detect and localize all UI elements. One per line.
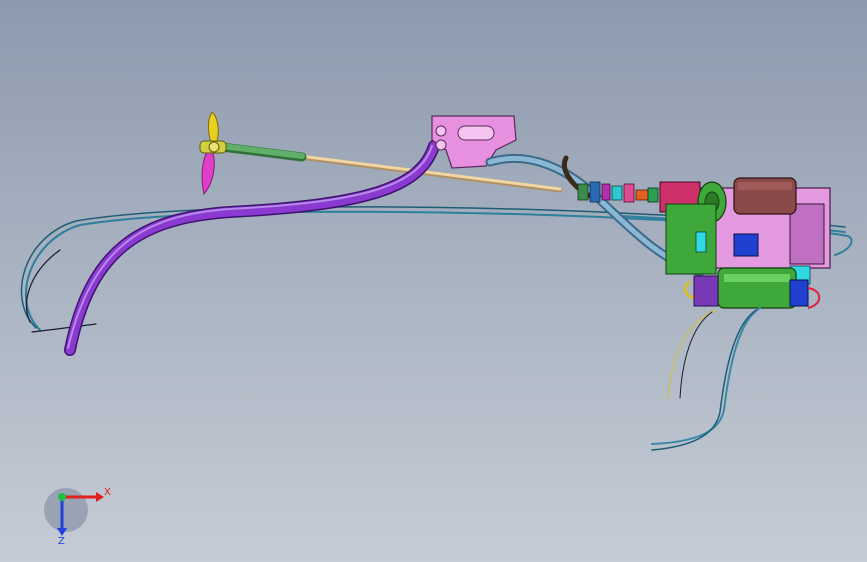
connector-stack[interactable] bbox=[577, 181, 659, 203]
model-scene[interactable]: X Z bbox=[0, 0, 867, 562]
z-axis-label: Z bbox=[58, 536, 65, 547]
hose-purple[interactable] bbox=[64, 140, 440, 356]
battery-box[interactable] bbox=[733, 177, 797, 215]
propeller[interactable] bbox=[199, 111, 227, 196]
coordinate-triad: X Z bbox=[44, 487, 111, 547]
y-axis-dot bbox=[58, 493, 66, 501]
cable-dangling[interactable] bbox=[651, 307, 761, 451]
x-axis-label: X bbox=[104, 487, 111, 498]
graphics-viewport[interactable]: X Z bbox=[0, 0, 867, 562]
